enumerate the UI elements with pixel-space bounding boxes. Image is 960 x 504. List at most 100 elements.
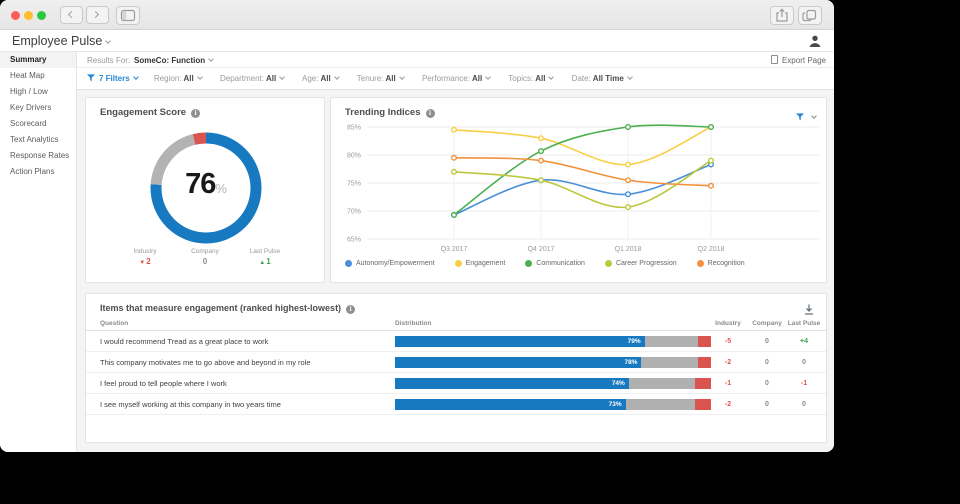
engagement-items-card: Items that measure engagement (ranked hi… <box>85 293 827 443</box>
page-title-dropdown[interactable]: Employee Pulse <box>12 30 112 52</box>
filter-value: All Time <box>592 74 624 83</box>
profile-button[interactable] <box>808 34 822 48</box>
distribution-bar: 78% <box>395 357 711 368</box>
engagement-score-title: Engagement Score <box>100 107 201 118</box>
industry-value: -2 <box>724 359 732 366</box>
legend-item-engagement[interactable]: Engagement <box>454 260 506 267</box>
filter-department[interactable]: Department: All <box>220 74 286 83</box>
distribution-bar: 73% <box>395 399 711 410</box>
filter-tenure[interactable]: Tenure: All <box>356 74 405 83</box>
donut-center-label: 76% <box>185 168 227 200</box>
filter-topics[interactable]: Topics: All <box>508 74 555 83</box>
export-page-button[interactable]: Export Page <box>770 55 826 65</box>
results-for-dropdown[interactable]: SomeCo: Function <box>134 56 214 65</box>
comparison-company: Company 0 <box>180 248 230 266</box>
table-row[interactable]: This company motivates me to go above an… <box>86 352 826 373</box>
filter-performance[interactable]: Performance: All <box>422 74 492 83</box>
app-header: Employee Pulse <box>0 30 834 52</box>
svg-text:Q3 2017: Q3 2017 <box>441 246 468 253</box>
share-button[interactable] <box>770 6 794 25</box>
filter-value: All <box>266 74 277 83</box>
filters-toggle-label: 7 Filters <box>99 74 130 83</box>
filter-bar: 7 Filters Region: All Department: All Age:… <box>77 68 834 90</box>
neutral-segment <box>641 357 699 368</box>
legend-label: Autonomy/Empowerment <box>356 260 435 267</box>
info-icon[interactable] <box>425 109 435 118</box>
favorable-segment: 78% <box>395 357 642 368</box>
trend-line-chart: 85% 80% 75% 70% 65% Q3 2017 Q4 2017 Q1 2018 Q2 2… <box>347 123 819 253</box>
svg-text:80%: 80% <box>347 153 361 160</box>
favorable-segment: 74% <box>395 378 629 389</box>
filter-date[interactable]: Date: All Time <box>571 74 633 83</box>
back-button[interactable] <box>60 6 83 24</box>
chevron-down-icon <box>132 74 139 80</box>
table-row[interactable]: I see myself working at this company in … <box>86 394 826 415</box>
last-pulse-value: +4 <box>800 338 808 345</box>
page-title: Employee Pulse <box>12 34 103 48</box>
svg-text:Q4 2017: Q4 2017 <box>528 246 555 253</box>
share-icon <box>776 8 788 22</box>
sidebar-item-action-plans[interactable]: Action Plans <box>0 164 76 180</box>
svg-text:65%: 65% <box>347 237 361 244</box>
user-icon <box>809 35 821 47</box>
minimize-window-button[interactable] <box>24 11 33 20</box>
sidebar-item-heat-map[interactable]: Heat Map <box>0 68 76 84</box>
filter-label: Age: <box>302 74 319 83</box>
neutral-segment <box>625 399 696 410</box>
legend-item-autonomy[interactable]: Autonomy/Empowerment <box>345 260 435 267</box>
filter-value: All <box>471 74 483 83</box>
filter-age[interactable]: Age: All <box>302 74 340 83</box>
filter-label: Date: <box>571 74 591 83</box>
app-window: Employee Pulse Summary Heat Map High / L… <box>0 0 834 452</box>
svg-text:Q1 2018: Q1 2018 <box>615 246 642 253</box>
filter-value: All <box>183 74 194 83</box>
filter-label: Tenure: <box>356 74 384 83</box>
info-icon[interactable] <box>191 109 201 118</box>
chevron-down-icon <box>548 74 555 80</box>
svg-text:85%: 85% <box>347 125 361 132</box>
chevron-down-icon <box>811 113 817 119</box>
engagement-score-card: Engagement Score 76% Industry ▼2 Company… <box>85 97 325 283</box>
column-question: Question <box>100 320 129 327</box>
comparison-value: ▲1 <box>259 257 271 266</box>
engagement-comparisons: Industry ▼2 Company 0 Last Pulse ▲1 <box>86 248 324 266</box>
legend-item-career-progression[interactable]: Career Progression <box>604 260 677 267</box>
sidebar-item-response-rates[interactable]: Response Rates <box>0 148 76 164</box>
info-icon[interactable] <box>346 305 356 314</box>
table-row[interactable]: I feel proud to tell people where I work… <box>86 373 826 394</box>
trending-indices-card: Trending Indices 85% 80% 75% 70% 65% Q3 2017 Q… <box>330 97 827 283</box>
chevron-down-icon <box>485 74 492 80</box>
results-for-label: Results For: <box>87 56 131 65</box>
sidebar-item-scorecard[interactable]: Scorecard <box>0 116 76 132</box>
sidebar-icon <box>120 9 136 22</box>
filter-value: All <box>535 74 546 83</box>
favorable-segment: 79% <box>395 336 645 347</box>
chevron-down-icon <box>196 74 203 80</box>
sidebar-item-high-low[interactable]: High / Low <box>0 84 76 100</box>
neutral-segment <box>628 378 696 389</box>
distribution-bar: 79% <box>395 336 711 347</box>
tabs-overview-button[interactable] <box>798 6 822 25</box>
table-header: Question Distribution Industry Company L… <box>86 316 826 331</box>
chevron-left-icon <box>67 10 76 19</box>
filters-toggle-button[interactable]: 7 Filters <box>87 74 140 83</box>
trending-indices-title: Trending Indices <box>345 107 435 118</box>
zoom-window-button[interactable] <box>37 11 46 20</box>
sidebar-toggle-button[interactable] <box>116 6 140 25</box>
last-pulse-value: 0 <box>802 401 806 408</box>
sidebar-item-text-analytics[interactable]: Text Analytics <box>0 132 76 148</box>
sidebar-item-key-drivers[interactable]: Key Drivers <box>0 100 76 116</box>
items-card-title: Items that measure engagement (ranked hi… <box>100 303 356 314</box>
svg-text:75%: 75% <box>347 181 361 188</box>
filter-region[interactable]: Region: All <box>154 74 203 83</box>
close-window-button[interactable] <box>11 11 20 20</box>
copy-tabs-icon <box>802 9 817 22</box>
legend-item-recognition[interactable]: Recognition <box>696 260 745 267</box>
sidebar-item-summary[interactable]: Summary <box>0 52 76 68</box>
forward-button[interactable] <box>86 6 109 24</box>
industry-value: -2 <box>724 401 732 408</box>
industry-value: -5 <box>724 338 732 345</box>
legend-item-communication[interactable]: Communication <box>525 260 585 267</box>
table-row[interactable]: I would recommend Tread as a great place… <box>86 331 826 352</box>
legend-label: Engagement <box>465 260 506 267</box>
